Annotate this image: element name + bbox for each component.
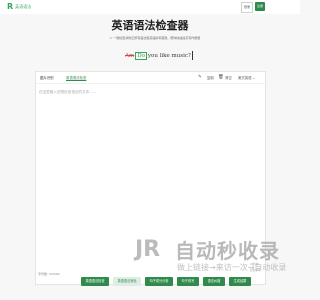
logo-mark-icon: R [7, 2, 14, 11]
register-button[interactable]: 注册 [255, 2, 265, 11]
tab-image-recognition[interactable]: 图片识别 [40, 75, 54, 80]
grammar-polish-button[interactable]: 英语语法润色 [113, 277, 141, 286]
site-logo[interactable]: R 英语语法 [7, 3, 31, 11]
watermark-logo-icon: JR [135, 237, 161, 262]
language-select[interactable]: 美式英语 ⌄ [238, 75, 255, 80]
page-title: 英语语法检查器 [111, 19, 189, 32]
page-subtitle: ✍一键检查并修正所有语法和英语拼写错误，帮你快速提高写作质量 [60, 36, 250, 40]
grammar-check-button[interactable]: 英语语法检查 [81, 277, 109, 286]
watermark-main-text: 自动秒收录 [175, 239, 280, 263]
edit-icon[interactable]: ✎ [198, 75, 202, 80]
trash-icon[interactable]: 🗑 [218, 75, 224, 80]
error-correction-button[interactable]: 语法纠错 [203, 277, 225, 286]
tab-grammar-check[interactable]: 英语语法检查 [66, 75, 86, 80]
subtitle-text: 一键检查并修正所有语法和英语拼写错误，帮你快速提高写作质量 [113, 36, 201, 40]
char-count: 字符数: 0/2000 [38, 272, 60, 276]
action-button-row: 英语语法检查 英语语法润色 句子成分分析 句子改写 语法纠错 生成结果 [75, 277, 275, 287]
brush-icon: ✍ [109, 36, 113, 40]
watermark-sub-text: 做上链接→来访一次→自动收录 [177, 263, 287, 272]
demo-sentence-rest: you like music? [147, 52, 191, 59]
watermark: JR 自动秒收录 做上链接→来访一次→自动收录 [135, 235, 295, 281]
generate-result-button[interactable]: 生成结果 [229, 277, 251, 286]
editor-toolbar: 图片识别 英语语法检查 ✎ 复制 🗑 清空 美式英语 ⌄ [36, 72, 265, 84]
text-cursor [191, 51, 193, 60]
demo-corrected-word: Do [135, 51, 147, 60]
login-button[interactable]: 登录 [241, 2, 253, 13]
sentence-analysis-button[interactable]: 句子成分分析 [145, 277, 173, 286]
sentence-rewrite-button[interactable]: 句子改写 [177, 277, 199, 286]
copy-button[interactable]: 复制 [207, 75, 214, 80]
logo-text: 英语语法 [15, 4, 32, 9]
top-bar: R 英语语法 登录 注册 [0, 0, 300, 14]
demo-wrong-word: Am [125, 52, 135, 59]
text-input[interactable]: 在这里输入您想检查语法的文本...... [39, 90, 96, 95]
clear-button[interactable]: 清空 [225, 75, 232, 80]
grammar-demo: Am Do you like music? [125, 50, 193, 61]
